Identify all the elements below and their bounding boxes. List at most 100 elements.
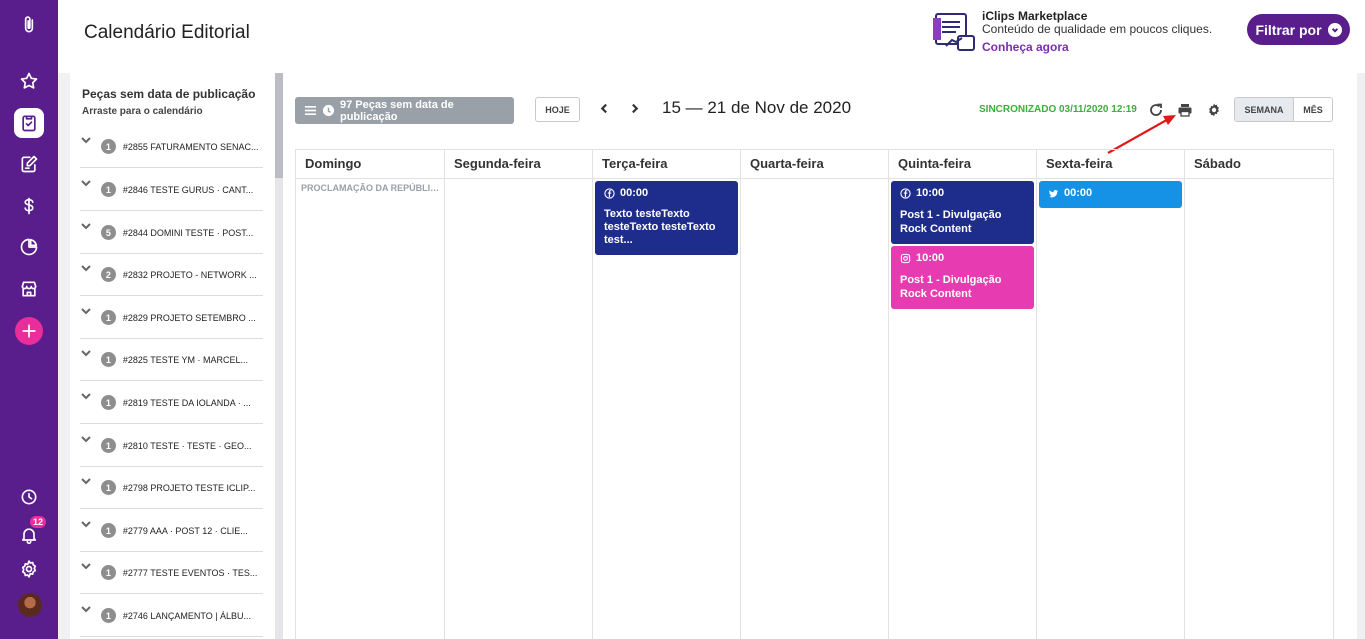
chevron-down-icon[interactable]	[80, 346, 94, 360]
panel-scrollbar[interactable]	[275, 73, 283, 639]
menu-icon	[304, 105, 317, 116]
item-count-badge: 2	[100, 267, 116, 282]
page-title: Calendário Editorial	[84, 22, 250, 43]
item-count-badge: 1	[100, 565, 116, 580]
unscheduled-panel: Peças sem data de publicação Arraste par…	[70, 73, 275, 639]
item-title: #2779 AAA · POST 12 · CLIE...	[122, 525, 248, 536]
item-title: #2829 PROJETO SETEMBRO ...	[122, 312, 256, 323]
item-title: #2819 TESTE DA IOLANDA · ...	[122, 397, 251, 408]
add-icon[interactable]	[15, 317, 43, 345]
filter-button-label: Filtrar por	[1255, 21, 1322, 38]
chevron-down-icon[interactable]	[80, 219, 94, 233]
item-count-badge: 1	[100, 608, 116, 623]
item-count-badge: 1	[100, 182, 116, 197]
chevron-down-icon[interactable]	[80, 559, 94, 573]
event-body: Texto testeTexto testeTexto testeTexto t…	[604, 208, 716, 246]
pie-chart-icon[interactable]	[14, 232, 44, 262]
list-item[interactable]: 1 #2746 LANÇAMENTO | ÁLBU...	[80, 595, 263, 637]
calendar-scrollbar[interactable]	[1357, 73, 1365, 639]
edit-document-icon[interactable]	[14, 149, 44, 179]
chevron-down-icon[interactable]	[80, 304, 94, 318]
marketplace-subtitle: Conteúdo de qualidade em poucos cliques.	[982, 22, 1213, 36]
filter-button[interactable]: Filtrar por	[1247, 14, 1350, 45]
refresh-icon[interactable]	[1146, 100, 1166, 120]
chevron-down-icon[interactable]	[80, 602, 94, 616]
event-time: 00:00	[1064, 187, 1093, 199]
day-column-tuesday[interactable]: Terça-feira 00:00 Texto testeTexto teste…	[593, 150, 741, 639]
item-count-badge: 1	[100, 395, 116, 410]
day-column-friday[interactable]: Sexta-feira 00:00	[1037, 150, 1185, 639]
instagram-icon	[900, 253, 911, 263]
day-column-thursday[interactable]: Quinta-feira 10:00 Post 1 - Divulgação R…	[889, 150, 1037, 639]
event-card[interactable]: 10:00 Post 1 - Divulgação Rock Content	[891, 246, 1034, 309]
panel-title: Peças sem data de publicação	[82, 87, 256, 101]
list-item[interactable]: 2 #2832 PROJETO - NETWORK ...	[80, 254, 263, 296]
day-header: Sexta-feira	[1037, 150, 1184, 179]
chevron-down-icon[interactable]	[80, 474, 94, 488]
day-column-wednesday[interactable]: Quarta-feira	[741, 150, 889, 639]
event-time: 10:00	[916, 187, 945, 199]
prev-week-icon[interactable]	[596, 99, 612, 117]
print-icon[interactable]	[1175, 100, 1195, 120]
notification-badge: 12	[29, 516, 46, 528]
item-title: #2855 FATURAMENTO SENAC...	[122, 141, 259, 152]
view-toggle: SEMANA MÊS	[1234, 97, 1333, 122]
item-title: #2844 DOMINI TESTE · POST...	[122, 227, 254, 238]
star-icon[interactable]	[14, 66, 44, 96]
list-item[interactable]: 1 #2825 TESTE YM · MARCEL...	[80, 339, 263, 381]
item-count-badge: 5	[100, 225, 116, 240]
chevron-down-icon[interactable]	[80, 432, 94, 446]
event-time: 10:00	[916, 252, 945, 264]
unscheduled-pieces-button[interactable]: 97 Peças sem data de publicação	[295, 97, 514, 124]
list-item[interactable]: 1 #2846 TESTE GURUS · CANT...	[80, 169, 263, 211]
chevron-down-icon[interactable]	[80, 176, 94, 190]
item-title: #2746 LANÇAMENTO | ÁLBU...	[122, 610, 252, 621]
store-icon[interactable]	[14, 274, 44, 304]
unscheduled-pieces-label: 97 Peças sem data de publicação	[339, 98, 454, 123]
item-count-badge: 1	[100, 523, 116, 538]
item-count-badge: 1	[100, 480, 116, 495]
day-column-monday[interactable]: Segunda-feira	[445, 150, 593, 639]
chevron-down-icon[interactable]	[80, 517, 94, 531]
bell-icon[interactable]: 12	[14, 516, 46, 550]
dollar-icon[interactable]	[14, 191, 44, 221]
chevron-down-icon[interactable]	[80, 133, 94, 147]
view-month-button[interactable]: MÊS	[1294, 98, 1332, 121]
item-count-badge: 1	[100, 310, 116, 325]
event-card[interactable]: 00:00	[1039, 181, 1182, 208]
list-item[interactable]: 1 #2829 PROJETO SETEMBRO ...	[80, 297, 263, 339]
chevron-down-icon[interactable]	[80, 389, 94, 403]
list-item[interactable]: 1 #2819 TESTE DA IOLANDA · ...	[80, 382, 263, 424]
list-item[interactable]: 1 #2810 TESTE · TESTE · GEO...	[80, 425, 263, 467]
event-card[interactable]: 00:00 Texto testeTexto testeTexto testeT…	[595, 181, 738, 255]
list-item[interactable]: 1 #2855 FATURAMENTO SENAC...	[80, 126, 263, 168]
chevron-down-icon[interactable]	[80, 261, 94, 275]
day-header: Terça-feira	[593, 150, 740, 179]
event-time: 00:00	[620, 187, 649, 199]
day-header: Domingo	[296, 150, 444, 179]
list-item[interactable]: 1 #2798 PROJETO TESTE ICLIP...	[80, 467, 263, 509]
marketplace-link[interactable]: Conheça agora	[982, 40, 1069, 54]
paperclip-logo-icon[interactable]	[14, 10, 44, 40]
marketplace-title: iClips Marketplace	[982, 9, 1088, 23]
day-header: Sábado	[1185, 150, 1333, 179]
item-title: #2832 PROJETO - NETWORK ...	[122, 269, 257, 280]
left-nav: 12	[0, 0, 58, 639]
next-week-icon[interactable]	[626, 99, 642, 117]
facebook-icon	[604, 187, 615, 199]
event-card[interactable]: 10:00 Post 1 - Divulgação Rock Content	[891, 181, 1034, 244]
list-item[interactable]: 5 #2844 DOMINI TESTE · POST...	[80, 212, 263, 254]
day-column-saturday[interactable]: Sábado	[1185, 150, 1333, 639]
item-title: #2798 PROJETO TESTE ICLIP...	[122, 482, 256, 493]
view-week-button[interactable]: SEMANA	[1235, 98, 1294, 121]
today-button[interactable]: HOJE	[535, 97, 580, 122]
list-item[interactable]: 1 #2779 AAA · POST 12 · CLIE...	[80, 510, 263, 552]
avatar[interactable]	[18, 593, 42, 617]
day-column-sunday[interactable]: Domingo PROCLAMAÇÃO DA REPÚBLICA	[296, 150, 445, 639]
day-header: Quarta-feira	[741, 150, 888, 179]
clock-icon[interactable]	[14, 482, 44, 512]
gear-icon[interactable]	[14, 554, 44, 584]
list-item[interactable]: 1 #2777 TESTE EVENTOS · TES...	[80, 552, 263, 594]
clipboard-icon[interactable]	[14, 108, 44, 138]
gear-icon[interactable]	[1204, 100, 1224, 120]
